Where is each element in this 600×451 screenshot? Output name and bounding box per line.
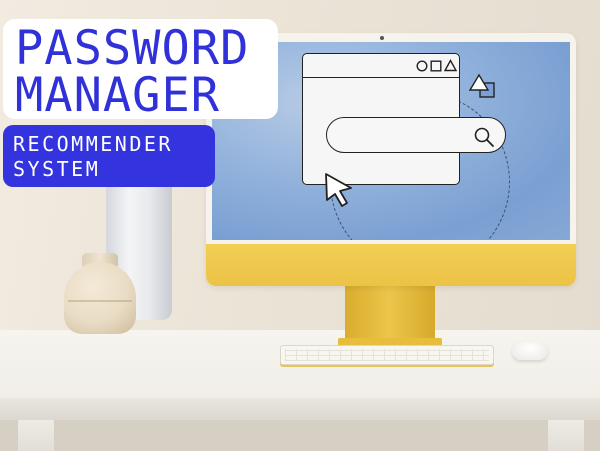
subtitle-badge: RECOMMENDER SYSTEM — [3, 125, 215, 187]
monitor-chin — [206, 244, 576, 286]
desk-underside — [0, 420, 600, 451]
circle-icon — [416, 60, 428, 72]
cursor-icon — [325, 173, 352, 207]
subtitle-line-1: RECOMMENDER — [13, 132, 173, 156]
triangle-icon — [444, 59, 457, 72]
monitor-stand — [345, 286, 435, 340]
desk-leg-left — [18, 420, 54, 451]
search-icon — [474, 127, 494, 147]
browser-title-bar — [303, 54, 459, 78]
keyboard-keys — [285, 349, 489, 361]
title-badge: PASSWORD MANAGER — [3, 19, 278, 119]
webcam-icon — [380, 36, 384, 40]
search-bar-illustration — [326, 117, 506, 153]
title-line-2: MANAGER — [15, 68, 221, 123]
desk-surface — [0, 330, 600, 400]
subtitle-line-2: SYSTEM — [13, 157, 101, 181]
desk-edge — [0, 398, 600, 420]
keyboard — [280, 345, 494, 365]
short-vase — [64, 262, 136, 334]
title-line-1: PASSWORD — [15, 21, 250, 76]
mouse — [512, 342, 548, 360]
shapes-icon — [468, 73, 495, 98]
short-vase-stripe — [68, 300, 132, 302]
desk-leg-right — [548, 420, 584, 451]
square-icon — [430, 60, 442, 72]
